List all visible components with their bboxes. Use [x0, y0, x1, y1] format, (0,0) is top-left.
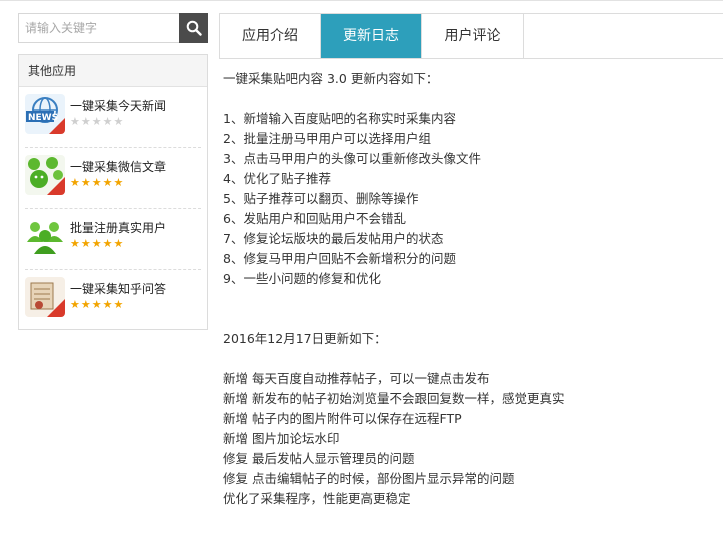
changelog-item: 9、一些小问题的修复和优化	[223, 271, 381, 286]
changelog-item: 8、修复马甲用户回贴不会新增积分的问题	[223, 251, 456, 266]
changelog-item: 5、贴子推荐可以翻页、删除等操作	[223, 191, 419, 206]
search-input[interactable]	[18, 13, 180, 43]
star-icon: ★	[102, 176, 113, 189]
changelog-item: 新增 帖子内的图片附件可以保存在远程FTP	[223, 411, 462, 426]
app-name[interactable]: 一键采集今天新闻	[70, 97, 166, 114]
star-icon: ★	[80, 298, 91, 311]
news-icon[interactable]: NEWS	[25, 94, 65, 134]
changelog-item: 新增 图片加论坛水印	[223, 431, 340, 446]
search-icon	[186, 20, 202, 36]
changelog-item: 优化了采集程序，性能更高更稳定	[223, 491, 411, 506]
wechat-icon[interactable]	[25, 155, 65, 195]
star-icon: ★	[70, 298, 80, 311]
changelog-item: 7、修复论坛版块的最后发帖用户的状态	[223, 231, 444, 246]
star-icon: ★	[91, 237, 102, 250]
star-icon: ★	[70, 176, 80, 189]
app-name[interactable]: 一键采集微信文章	[70, 158, 166, 175]
app-name[interactable]: 一键采集知乎问答	[70, 280, 166, 297]
star-icon: ★	[113, 115, 124, 128]
star-icon: ★	[102, 115, 113, 128]
changelog-item: 6、发贴用户和回贴用户不会错乱	[223, 211, 406, 226]
changelog-item: 1、新增输入百度贴吧的名称实时采集内容	[223, 111, 456, 126]
changelog-heading: 一键采集贴吧内容 3.0 更新内容如下：	[223, 71, 439, 86]
changelog-item: 4、优化了贴子推荐	[223, 171, 331, 186]
star-icon: ★	[113, 237, 124, 250]
other-apps-panel: 其他应用 NEWS 一键采集今天新闻 ★ ★ ★ ★ ★ 一键采集微信文章 ★ …	[18, 54, 208, 330]
other-apps-list: NEWS 一键采集今天新闻 ★ ★ ★ ★ ★ 一键采集微信文章 ★ ★ ★ ★…	[19, 87, 207, 331]
star-icon: ★	[102, 298, 113, 311]
star-icon: ★	[91, 115, 102, 128]
star-icon: ★	[91, 176, 102, 189]
tab-app-intro[interactable]: 应用介绍	[220, 14, 321, 58]
rating-stars: ★ ★ ★ ★ ★	[70, 299, 123, 311]
star-icon: ★	[70, 115, 80, 128]
star-icon: ★	[91, 298, 102, 311]
star-icon: ★	[80, 176, 91, 189]
star-icon: ★	[70, 237, 80, 250]
other-apps-title: 其他应用	[19, 55, 207, 87]
tab-changelog[interactable]: 更新日志	[321, 14, 422, 58]
tab-user-reviews[interactable]: 用户评论	[422, 14, 524, 58]
changelog-item: 新增 新发布的帖子初始浏览量不会跟回复数一样，感觉更真实	[223, 391, 565, 406]
changelog-item: 新增 每天百度自动推荐帖子，可以一键点击发布	[223, 371, 490, 386]
app-name[interactable]: 批量注册真实用户	[70, 219, 166, 236]
star-icon: ★	[113, 298, 124, 311]
zhihu-icon[interactable]	[25, 277, 65, 317]
search-box	[18, 13, 208, 43]
rating-stars: ★ ★ ★ ★ ★	[70, 177, 123, 189]
changelog-item: 修复 点击编辑帖子的时候，部份图片显示异常的问题	[223, 471, 515, 486]
app-item-users[interactable]: 批量注册真实用户 ★ ★ ★ ★ ★	[25, 209, 201, 270]
app-item-news[interactable]: NEWS 一键采集今天新闻 ★ ★ ★ ★ ★	[25, 87, 201, 148]
rating-stars: ★ ★ ★ ★ ★	[70, 116, 123, 128]
svg-text:NEWS: NEWS	[28, 113, 58, 123]
changelog-item: 修复 最后发帖人显示管理员的问题	[223, 451, 415, 466]
users-icon[interactable]	[25, 216, 65, 256]
changelog-heading: 2016年12月17日更新如下：	[223, 331, 387, 346]
star-icon: ★	[80, 237, 91, 250]
changelog-item: 3、点击马甲用户的头像可以重新修改头像文件	[223, 151, 481, 166]
star-icon: ★	[113, 176, 124, 189]
changelog-item: 2、批量注册马甲用户可以选择用户组	[223, 131, 431, 146]
tab-bar: 应用介绍 更新日志 用户评论	[219, 13, 723, 59]
top-divider	[0, 0, 723, 1]
star-icon: ★	[102, 237, 113, 250]
app-item-wechat[interactable]: 一键采集微信文章 ★ ★ ★ ★ ★	[25, 148, 201, 209]
changelog-content: 一键采集贴吧内容 3.0 更新内容如下： 1、新增输入百度贴吧的名称实时采集内容…	[223, 69, 718, 509]
app-item-zhihu[interactable]: 一键采集知乎问答 ★ ★ ★ ★ ★	[25, 270, 201, 331]
star-icon: ★	[80, 115, 91, 128]
rating-stars: ★ ★ ★ ★ ★	[70, 238, 123, 250]
search-button[interactable]	[179, 13, 208, 43]
